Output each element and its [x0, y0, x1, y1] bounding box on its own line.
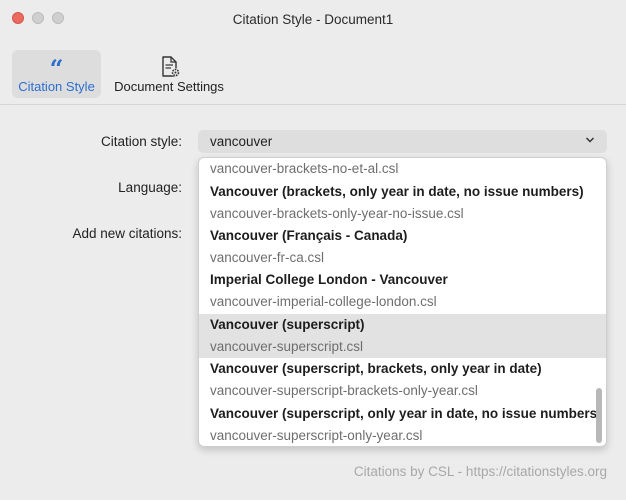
list-item-file: vancouver-brackets-only-year-no-issue.cs… — [210, 206, 464, 221]
list-item[interactable]: Vancouver (brackets, only year in date, … — [199, 181, 606, 225]
tab-document-settings-label: Document Settings — [114, 79, 224, 94]
list-item-title: Imperial College London - Vancouver — [210, 272, 448, 287]
citation-style-dropdown[interactable]: vancouver-brackets-no-et-al.csl Vancouve… — [198, 157, 607, 447]
list-item-file: vancouver-superscript-brackets-only-year… — [210, 383, 478, 398]
chevron-down-icon — [585, 133, 595, 150]
add-new-citations-label: Add new citations: — [72, 226, 182, 241]
tab-citation-style-label: Citation Style — [18, 79, 95, 94]
minimize-window-button[interactable] — [32, 12, 44, 24]
language-label: Language: — [118, 180, 182, 195]
list-item-title: Vancouver (superscript, only year in dat… — [210, 406, 602, 421]
toolbar-divider — [0, 104, 626, 105]
list-item-title: Vancouver (brackets, only year in date, … — [210, 184, 584, 199]
list-item-file: vancouver-superscript-only-year.csl — [210, 428, 423, 443]
list-item[interactable]: Vancouver (superscript, only year in dat… — [199, 403, 606, 446]
citation-style-label: Citation style: — [100, 134, 182, 149]
tab-citation-style[interactable]: “ Citation Style — [12, 50, 101, 98]
list-item-title: Vancouver (superscript) — [210, 317, 365, 332]
quote-icon: “ — [49, 59, 64, 79]
tab-document-settings[interactable]: Document Settings — [111, 50, 227, 98]
list-item-file: vancouver-brackets-no-et-al.csl — [210, 161, 399, 176]
close-window-button[interactable] — [12, 12, 24, 24]
list-item-selected[interactable]: Vancouver (superscript) vancouver-supers… — [199, 314, 606, 358]
list-item-file: vancouver-fr-ca.csl — [210, 250, 325, 265]
list-item-title: Vancouver (Français - Canada) — [210, 228, 408, 243]
list-item[interactable]: Vancouver (superscript, brackets, only y… — [199, 358, 606, 402]
list-item[interactable]: Vancouver (Français - Canada) vancouver-… — [199, 225, 606, 269]
citation-style-value: vancouver — [210, 134, 273, 149]
title-bar: Citation Style - Document1 — [0, 0, 626, 38]
dropdown-scrollbar[interactable] — [596, 388, 602, 443]
footer-credit: Citations by CSL - https://citationstyle… — [353, 464, 607, 479]
zoom-window-button[interactable] — [52, 12, 64, 24]
list-item-file: vancouver-superscript.csl — [210, 339, 364, 354]
document-settings-icon — [156, 56, 182, 77]
list-item[interactable]: vancouver-brackets-no-et-al.csl — [199, 158, 606, 180]
list-item-file: vancouver-imperial-college-london.csl — [210, 294, 437, 309]
list-item[interactable]: Imperial College London - Vancouver vanc… — [199, 269, 606, 313]
window-title: Citation Style - Document1 — [232, 11, 394, 27]
toolbar: “ Citation Style Document Settings — [0, 38, 626, 104]
window-controls — [12, 12, 64, 24]
citation-style-select[interactable]: vancouver — [198, 130, 607, 153]
list-item-title: Vancouver (superscript, brackets, only y… — [210, 361, 542, 376]
